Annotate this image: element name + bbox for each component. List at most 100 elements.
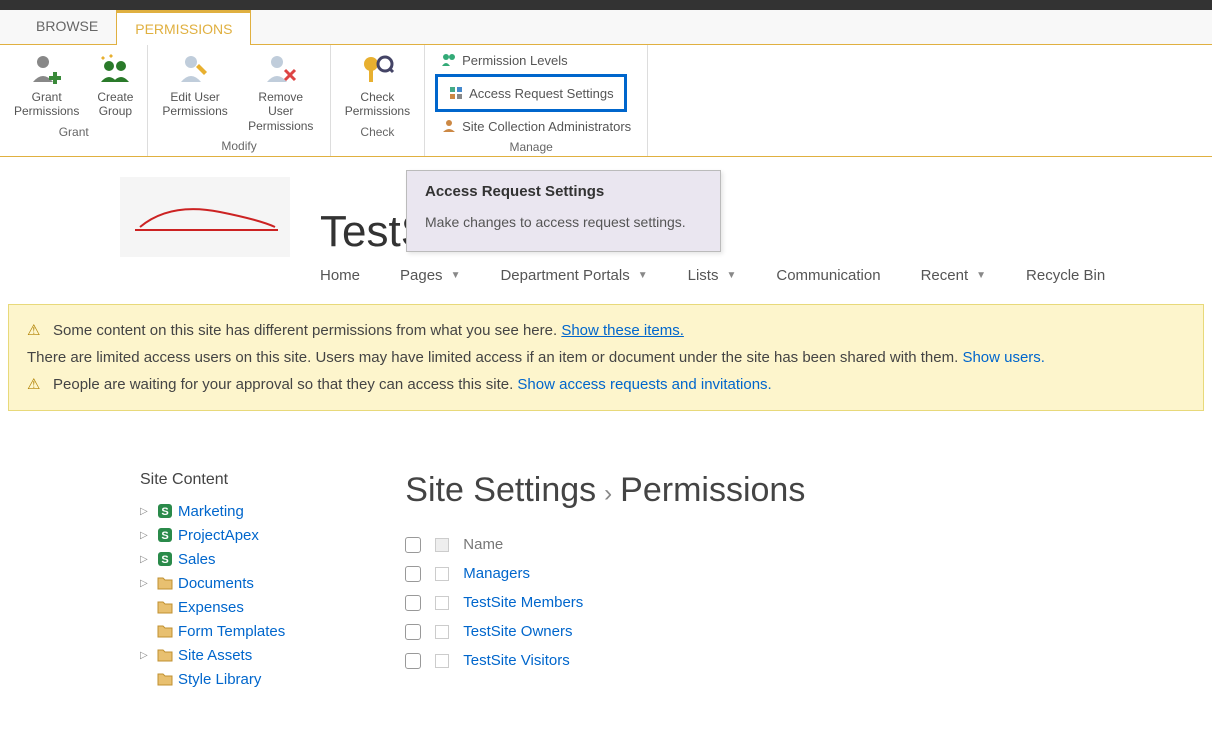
settings-icon — [448, 85, 464, 101]
folder-icon — [156, 622, 174, 640]
tooltip-title: Access Request Settings — [425, 183, 702, 200]
breadcrumb: Site Settings›Permissions — [405, 471, 805, 510]
access-request-tooltip: Access Request Settings Make changes to … — [406, 170, 721, 252]
site-collection-admins-button[interactable]: Site Collection Administrators — [435, 116, 637, 136]
select-all-checkbox[interactable] — [405, 537, 421, 553]
tree-item-label: Site Assets — [178, 647, 252, 664]
app-topbar — [0, 0, 1212, 10]
row-checkbox[interactable] — [405, 624, 421, 640]
check-permissions-button[interactable]: Check Permissions — [341, 50, 414, 121]
expand-icon[interactable]: ▷ — [140, 506, 152, 517]
ribbon: Grant Permissions Create Group Grant Edi… — [0, 45, 1212, 157]
nav-recent[interactable]: Recent▼ — [921, 267, 986, 284]
ribbon-group-manage-title: Manage — [425, 140, 637, 154]
site-content-title: Site Content — [140, 471, 285, 489]
permission-row: Managers — [405, 559, 805, 588]
permissions-list: Name Managers TestSite Members TestSite Ow… — [405, 530, 805, 675]
sharepoint-site-icon: S — [156, 502, 174, 520]
folder-icon — [156, 670, 174, 688]
permission-levels-button[interactable]: Permission Levels — [435, 50, 574, 70]
top-nav: Home Pages▼ Department Portals▼ Lists▼ C… — [0, 257, 1212, 304]
folder-icon — [156, 646, 174, 664]
tree-item-label: Documents — [178, 575, 254, 592]
edit-user-permissions-button[interactable]: Edit User Permissions — [158, 50, 231, 135]
permission-group-link[interactable]: Managers — [463, 565, 530, 582]
site-content-tree: Site Content ▷SMarketing▷SProjectApex▷SS… — [140, 471, 285, 691]
edit-user-label: Edit User Permissions — [162, 90, 227, 119]
ribbon-group-grant: Grant Permissions Create Group Grant — [0, 45, 148, 156]
chevron-down-icon: ▼ — [726, 270, 736, 281]
ribbon-group-check-title: Check — [341, 125, 414, 139]
show-items-link[interactable]: Show these items. — [561, 322, 684, 339]
folder-icon — [156, 574, 174, 592]
tree-item[interactable]: ▷ Site Assets — [140, 643, 285, 667]
nav-pages[interactable]: Pages▼ — [400, 267, 460, 284]
tree-item[interactable]: Style Library — [140, 667, 285, 691]
permission-group-link[interactable]: TestSite Owners — [463, 623, 572, 640]
row-checkbox[interactable] — [405, 566, 421, 582]
nav-communication[interactable]: Communication — [776, 267, 880, 284]
access-request-settings-button[interactable]: Access Request Settings — [435, 74, 627, 112]
tree-item[interactable]: ▷SProjectApex — [140, 523, 285, 547]
chevron-down-icon: ▼ — [976, 270, 986, 281]
tree-item[interactable]: ▷ SSales — [140, 547, 285, 571]
group-type-icon — [435, 654, 449, 668]
row-checkbox[interactable] — [405, 595, 421, 611]
group-icon — [441, 52, 457, 68]
tree-item-label: Sales — [178, 551, 216, 568]
sharepoint-site-icon: S — [156, 550, 174, 568]
ribbon-group-grant-title: Grant — [10, 125, 137, 139]
tree-item-label: Marketing — [178, 503, 244, 520]
expand-icon[interactable]: ▷ — [140, 554, 152, 565]
expand-icon[interactable]: ▷ — [140, 530, 152, 541]
site-logo[interactable] — [120, 177, 290, 257]
admin-icon — [441, 118, 457, 134]
permission-levels-label: Permission Levels — [462, 53, 568, 68]
tab-permissions[interactable]: PERMISSIONS — [116, 10, 251, 45]
tree-item[interactable]: Expenses — [140, 595, 285, 619]
nav-recycle-bin[interactable]: Recycle Bin — [1026, 267, 1105, 284]
ribbon-group-modify: Edit User Permissions Remove User Permis… — [148, 45, 330, 156]
type-header-icon — [435, 538, 449, 552]
tree-item[interactable]: ▷ S Marketing — [140, 499, 285, 523]
nav-department-portals[interactable]: Department Portals▼ — [500, 267, 647, 284]
expand-icon[interactable]: ▷ — [140, 578, 152, 589]
name-column-header[interactable]: Name — [463, 536, 503, 553]
breadcrumb-permissions: Permissions — [620, 471, 805, 509]
tooltip-description: Make changes to access request settings. — [425, 212, 702, 233]
permissions-panel: Site Settings›Permissions Name Managers T… — [405, 471, 805, 691]
key-magnifier-icon — [359, 52, 395, 88]
expand-icon[interactable]: ▷ — [140, 650, 152, 661]
breadcrumb-site-settings[interactable]: Site Settings — [405, 471, 596, 509]
row-checkbox[interactable] — [405, 653, 421, 669]
remove-user-permissions-button[interactable]: Remove User Permissions — [242, 50, 320, 135]
nav-lists[interactable]: Lists▼ — [688, 267, 737, 284]
show-access-requests-link[interactable]: Show access requests and invitations. — [517, 376, 771, 393]
create-group-button[interactable]: Create Group — [93, 50, 137, 121]
tree-item[interactable]: Form Templates — [140, 619, 285, 643]
group-type-icon — [435, 596, 449, 610]
ribbon-group-check: Check Permissions Check — [331, 45, 425, 156]
show-users-link[interactable]: Show users. — [962, 349, 1045, 366]
folder-icon — [156, 598, 174, 616]
permission-row: TestSite Owners — [405, 617, 805, 646]
group-sparkle-icon — [97, 52, 133, 88]
permission-group-link[interactable]: TestSite Members — [463, 594, 583, 611]
tree-item-label: Expenses — [178, 599, 244, 616]
permissions-notice: ⚠Some content on this site has different… — [8, 304, 1204, 411]
ribbon-group-modify-title: Modify — [158, 139, 319, 153]
tab-browse[interactable]: BROWSE — [18, 10, 116, 44]
nav-home[interactable]: Home — [320, 267, 360, 284]
warning-icon: ⚠ — [27, 371, 45, 398]
group-type-icon — [435, 567, 449, 581]
grant-permissions-button[interactable]: Grant Permissions — [10, 50, 83, 121]
tree-item[interactable]: ▷ Documents — [140, 571, 285, 595]
permission-group-link[interactable]: TestSite Visitors — [463, 652, 569, 669]
permission-row: TestSite Members — [405, 588, 805, 617]
chevron-down-icon: ▼ — [451, 270, 461, 281]
tree-item-label: Style Library — [178, 671, 261, 688]
user-plus-icon — [29, 52, 65, 88]
tree-item-label: ProjectApex — [178, 527, 259, 544]
svg-text:S: S — [161, 506, 168, 518]
notice-line3: People are waiting for your approval so … — [53, 376, 513, 393]
